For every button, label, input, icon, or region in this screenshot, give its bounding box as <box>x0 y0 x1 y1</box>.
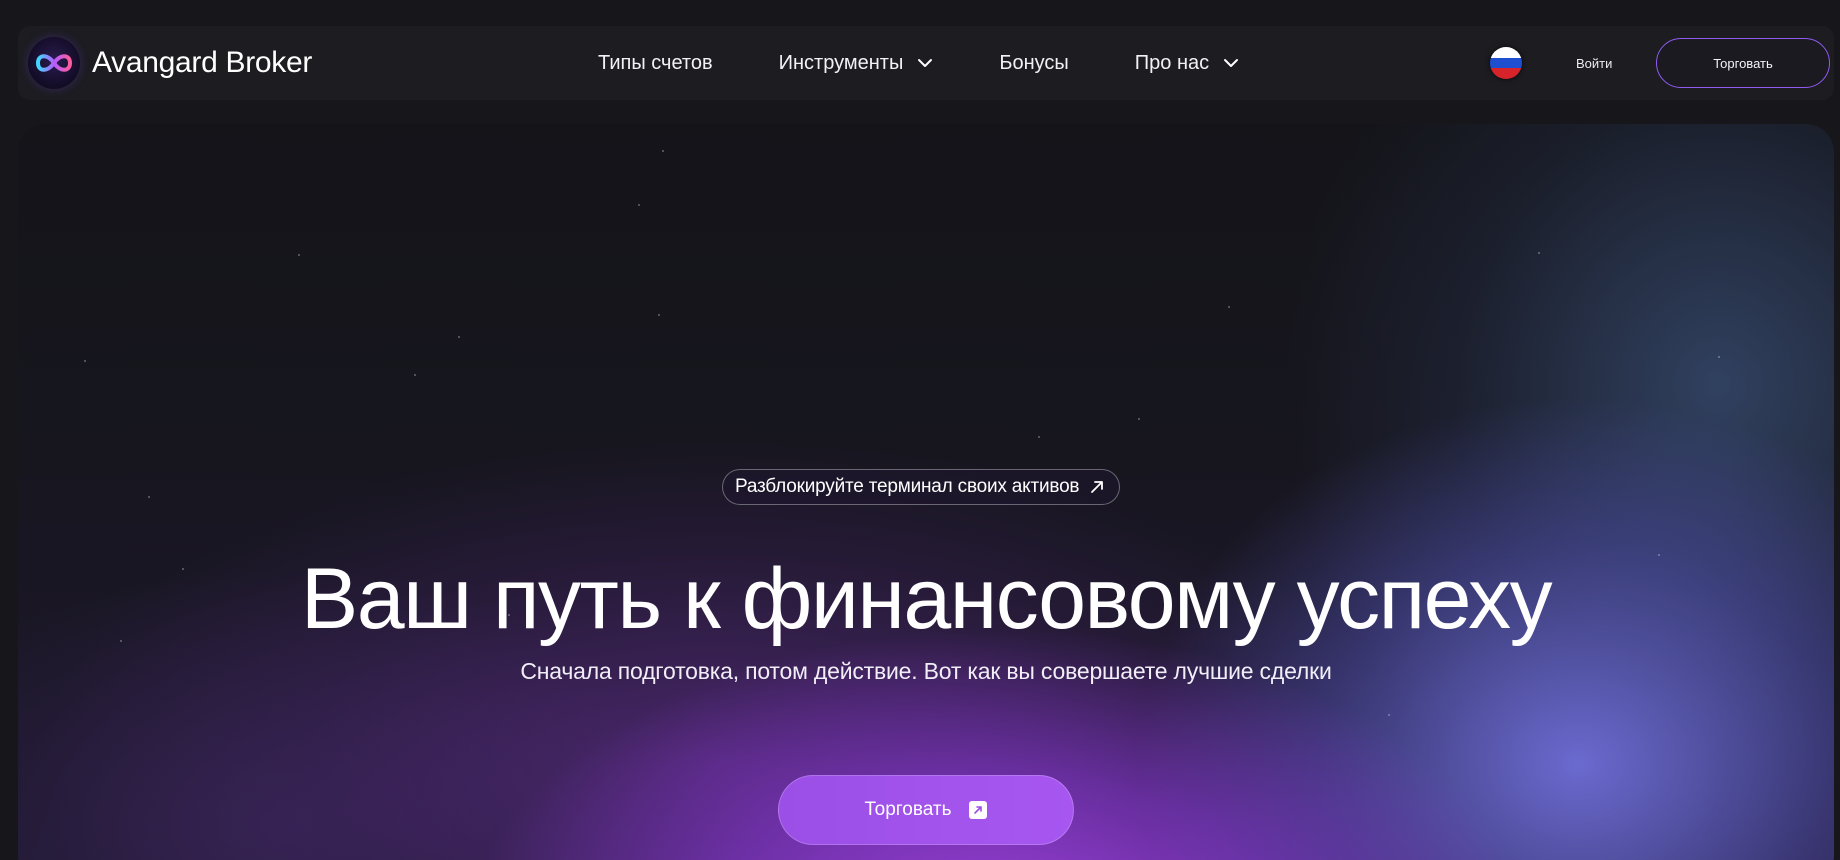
arrow-up-right-icon <box>1089 479 1105 495</box>
brand-name: Avangard Broker <box>92 46 313 79</box>
nav-item-label: Бонусы <box>999 51 1069 74</box>
nav-item-about[interactable]: Про нас <box>1135 52 1239 75</box>
nav-item-instruments[interactable]: Инструменты <box>779 52 934 75</box>
trade-button-header[interactable]: Торговать <box>1656 38 1830 88</box>
star-dot <box>414 374 416 376</box>
star-dot <box>658 314 660 316</box>
russian-flag-icon[interactable] <box>1490 47 1522 79</box>
star-dot <box>298 254 300 256</box>
star-dot <box>1538 252 1540 254</box>
nav-item-account-types[interactable]: Типы счетов <box>598 52 713 75</box>
star-dot <box>1718 356 1720 358</box>
star-dot <box>84 360 86 362</box>
star-dot <box>458 336 460 338</box>
top-navbar: Avangard Broker Типы счетов Инструменты … <box>18 26 1834 100</box>
main-nav: Типы счетов Инструменты Бонусы Про нас <box>598 26 1239 100</box>
nav-item-label: Про нас <box>1134 51 1210 74</box>
hero-section: Разблокируйте терминал своих активов Ваш… <box>18 124 1834 860</box>
hero-subheadline: Сначала подготовка, потом действие. Вот … <box>520 658 1332 684</box>
page: Avangard Broker Типы счетов Инструменты … <box>0 0 1840 860</box>
trade-button-hero[interactable]: Торговать <box>778 775 1074 845</box>
brand-logo-link[interactable]: Avangard Broker <box>28 36 312 90</box>
infinity-logo-icon <box>28 37 80 89</box>
star-dot <box>1228 306 1230 308</box>
unlock-terminal-pill-link[interactable]: Разблокируйте терминал своих активов <box>722 469 1121 505</box>
nav-item-bonuses[interactable]: Бонусы <box>999 52 1068 75</box>
star-dot <box>662 150 664 152</box>
nav-item-label: Типы счетов <box>598 51 713 74</box>
star-dot <box>1038 436 1040 438</box>
chevron-down-icon <box>1223 58 1239 68</box>
arrow-up-right-icon <box>969 801 988 819</box>
star-dot <box>638 204 640 206</box>
chevron-down-icon <box>917 58 933 68</box>
star-dot <box>1388 714 1390 716</box>
login-link[interactable]: Войти <box>1576 26 1612 100</box>
hero-headline: Ваш путь к финансовому успеху <box>300 551 1553 647</box>
trade-button-label: Торговать <box>864 799 952 820</box>
star-dot <box>1138 418 1140 420</box>
star-dot <box>148 496 150 498</box>
nav-item-label: Инструменты <box>778 51 904 74</box>
pill-text: Разблокируйте терминал своих активов <box>735 476 1080 497</box>
